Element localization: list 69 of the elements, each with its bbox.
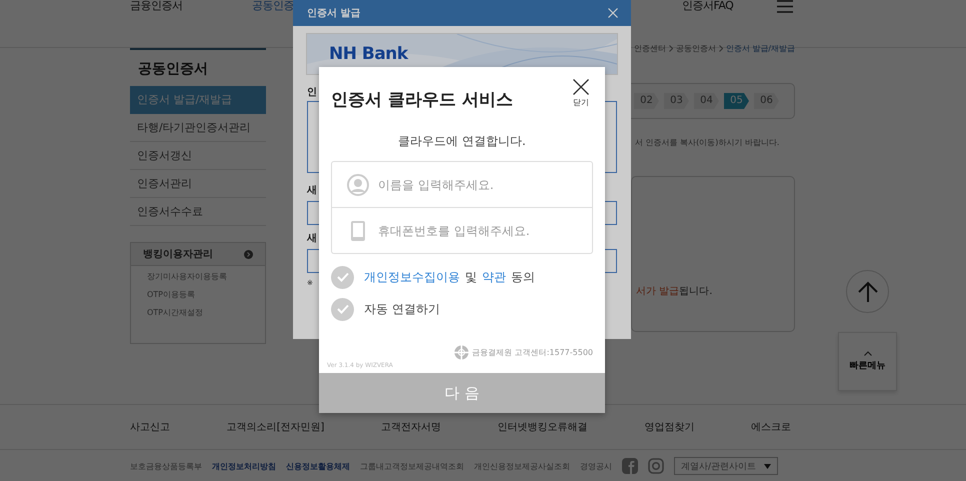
footer-link[interactable]: 고객전자서명 xyxy=(381,420,442,434)
next-button[interactable]: 다 음 xyxy=(319,373,605,413)
sidebar-item[interactable]: 인증서관리 xyxy=(130,170,266,198)
sidebar-item[interactable]: 인증서 발급/재발급 xyxy=(130,86,266,114)
footer-link[interactable]: 사고신고 xyxy=(130,420,170,434)
terms-link[interactable]: 개인정보수집이용 xyxy=(364,268,460,286)
field-label: 새 xyxy=(307,232,317,245)
arrow-up-icon xyxy=(856,280,878,302)
menu-icon[interactable] xyxy=(777,0,793,13)
close-button[interactable]: 닫기 xyxy=(573,79,589,113)
bank-logo: NH Bank xyxy=(329,44,408,64)
subtitle-text: 클라우드에 연결합니다. xyxy=(397,133,527,150)
panel-link[interactable]: 장기미사용자이용등록 xyxy=(131,266,265,284)
sidebar-item[interactable]: 타행/타기관인증서관리 xyxy=(130,114,266,142)
nav-link[interactable]: 인증서FAQ xyxy=(682,0,734,13)
input-field[interactable]: 이름을 입력해주세요. xyxy=(331,161,593,208)
instruction-text: 서 인증서를 복사(이동)하시기 바랍니다. xyxy=(635,137,780,148)
dropdown-icon xyxy=(764,464,771,468)
close-icon xyxy=(573,79,589,95)
check-icon xyxy=(336,304,348,314)
panel-title: 뱅킹이용자관리 xyxy=(143,248,213,261)
person-icon xyxy=(347,174,369,196)
policy-link[interactable]: 개인신용정보제공사실조회 xyxy=(474,460,570,472)
chevron-icon xyxy=(668,44,673,52)
breadcrumb-item[interactable]: 공동인증서 xyxy=(676,42,716,54)
panel-link[interactable]: OTP시간재설정 xyxy=(131,302,265,320)
quick-menu-button[interactable]: 빠른메뉴 xyxy=(838,332,897,391)
sidebar-item[interactable]: 인증서수수료 xyxy=(130,198,266,226)
provider-text: 금융결제원 고객센터:1577-5500 xyxy=(472,347,593,358)
checkbox[interactable] xyxy=(331,298,354,320)
footer-link[interactable]: 고객의소리[전자민원] xyxy=(226,420,324,434)
policy-link[interactable]: 개인정보처리방침 xyxy=(212,460,276,472)
option-label: 및 xyxy=(465,268,477,286)
policy-link[interactable]: 신용정보활용체제 xyxy=(286,460,350,472)
field-label: 인 xyxy=(307,86,317,99)
field-label: 새 xyxy=(307,184,317,197)
input-field[interactable]: 이름을 입력해주세요. xyxy=(378,164,592,204)
close-icon[interactable] xyxy=(608,8,618,18)
sidebar-item[interactable]: 인증서갱신 xyxy=(130,142,266,170)
nav-link[interactable]: 금융인증서 xyxy=(130,0,182,13)
notice-text: 서가 발급됩니다. xyxy=(636,285,712,298)
instagram-icon[interactable] xyxy=(648,458,664,474)
site-select[interactable]: 계열사/관련사이트 xyxy=(674,457,778,475)
breadcrumb-item[interactable]: 인증서 발급/재발급 xyxy=(726,42,795,54)
option-label: 자동 연결하기 xyxy=(364,300,440,318)
checkbox[interactable] xyxy=(331,266,354,288)
policy-link[interactable]: 경영공시 xyxy=(580,460,612,472)
breadcrumb-item[interactable]: 인증센터 xyxy=(634,42,666,54)
option-label: 동의 xyxy=(511,268,535,286)
check-icon xyxy=(336,272,348,282)
input-field[interactable]: 휴대폰번호를 입력해주세요. xyxy=(378,210,592,250)
chevron-icon xyxy=(718,44,723,52)
facebook-icon[interactable] xyxy=(622,458,638,474)
dialog-title: 인증서 발급 xyxy=(307,7,360,20)
nav-link[interactable]: 공동인증 xyxy=(252,0,294,13)
scroll-top-button[interactable] xyxy=(846,270,889,313)
expand-icon[interactable] xyxy=(244,250,253,258)
panel-link[interactable]: OTP이용등록 xyxy=(131,284,265,302)
input-field[interactable]: 휴대폰번호를 입력해주세요. xyxy=(331,208,593,254)
caret-icon xyxy=(864,351,872,356)
footer-link[interactable]: 에스크로 xyxy=(750,420,791,434)
terms-link[interactable]: 약관 xyxy=(482,268,506,286)
policy-link[interactable]: 그룹내고객정보제공내역조회 xyxy=(360,460,464,472)
footer-link[interactable]: 인터넷뱅킹오류해결 xyxy=(498,420,588,434)
globe-icon xyxy=(454,345,470,360)
phone-icon xyxy=(350,220,366,242)
dialog-title: 인증서 클라우드 서비스 xyxy=(331,89,513,112)
policy-link[interactable]: 보호금융상품등록부 xyxy=(130,460,202,472)
footer-link[interactable]: 영업점찾기 xyxy=(644,420,694,434)
